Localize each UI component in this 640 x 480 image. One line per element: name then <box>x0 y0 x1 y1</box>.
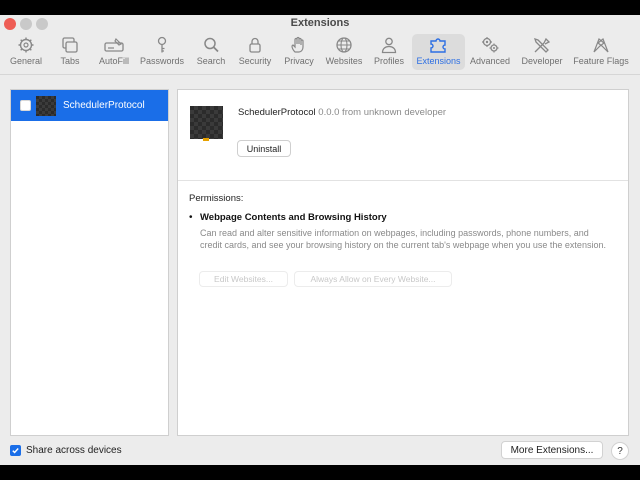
tab-search[interactable]: Search <box>193 34 229 70</box>
tab-general[interactable]: General <box>4 34 48 70</box>
tab-feature-flags[interactable]: Feature Flags <box>572 34 630 70</box>
extensions-list: SchedulerProtocol <box>10 89 169 436</box>
tab-label: Advanced <box>469 56 511 66</box>
extension-enable-checkbox[interactable] <box>20 100 31 111</box>
share-across-devices-checkbox[interactable] <box>10 445 21 456</box>
tab-passwords[interactable]: Passwords <box>138 34 186 70</box>
gear-icon <box>16 34 36 56</box>
tab-label: Developer <box>521 56 563 66</box>
tab-websites[interactable]: Websites <box>322 34 366 70</box>
key-icon <box>152 34 172 56</box>
title-bar: Extensions <box>0 15 640 35</box>
search-icon <box>201 34 221 56</box>
tab-autofill[interactable]: AutoFill <box>94 34 134 70</box>
tab-label: Search <box>196 56 226 66</box>
tab-label: General <box>9 56 43 66</box>
tab-label: Extensions <box>416 56 461 66</box>
tab-label: Passwords <box>139 56 184 66</box>
lock-icon <box>245 34 265 56</box>
extension-icon <box>36 95 56 116</box>
checkmark-icon <box>12 448 19 454</box>
tab-developer[interactable]: Developer <box>518 34 566 70</box>
tab-extensions[interactable]: Extensions <box>412 34 465 70</box>
flags-icon <box>591 34 611 56</box>
tab-label: Tabs <box>60 56 80 66</box>
detail-divider <box>178 180 628 181</box>
tab-label: Security <box>238 56 272 66</box>
person-icon <box>379 34 399 56</box>
extension-header: SchedulerProtocol 0.0.0 from unknown dev… <box>238 107 446 118</box>
autofill-icon <box>104 34 124 56</box>
always-allow-button[interactable]: Always Allow on Every Website... <box>294 271 452 287</box>
preferences-window: Extensions General Tabs AutoFill Passwor… <box>0 15 640 465</box>
tools-icon <box>532 34 552 56</box>
tab-security[interactable]: Security <box>235 34 275 70</box>
permission-heading: Webpage Contents and Browsing History <box>200 212 387 223</box>
toolbar-divider <box>0 74 640 75</box>
permissions-label: Permissions: <box>189 193 244 204</box>
extension-title: SchedulerProtocol <box>238 107 316 118</box>
preferences-toolbar: General Tabs AutoFill Passwords Search S… <box>0 34 640 74</box>
extension-list-item[interactable]: SchedulerProtocol <box>11 90 168 121</box>
tab-label: AutoFill <box>98 56 129 66</box>
uninstall-button[interactable]: Uninstall <box>237 140 291 157</box>
tab-privacy[interactable]: Privacy <box>280 34 318 70</box>
tabs-icon <box>60 34 80 56</box>
extension-version-info: 0.0.0 from unknown developer <box>318 107 447 118</box>
more-extensions-button[interactable]: More Extensions... <box>501 441 603 459</box>
bullet-icon: • <box>189 212 193 223</box>
tab-label: Privacy <box>284 56 314 66</box>
extension-detail-pane: SchedulerProtocol 0.0.0 from unknown dev… <box>177 89 629 436</box>
tab-tabs[interactable]: Tabs <box>52 34 88 70</box>
help-button[interactable]: ? <box>611 442 629 460</box>
tab-advanced[interactable]: Advanced <box>468 34 512 70</box>
tab-profiles[interactable]: Profiles <box>370 34 408 70</box>
gears-icon <box>480 34 500 56</box>
edit-websites-button[interactable]: Edit Websites... <box>199 271 288 287</box>
puzzle-icon <box>429 34 449 56</box>
tab-label: Profiles <box>373 56 404 66</box>
extension-list-name: SchedulerProtocol <box>63 100 145 111</box>
tab-label: Websites <box>325 56 363 66</box>
hand-icon <box>289 34 309 56</box>
globe-icon <box>334 34 354 56</box>
window-title: Extensions <box>290 17 350 29</box>
tab-label: Feature Flags <box>573 56 629 66</box>
extension-large-icon <box>190 106 223 141</box>
permission-description: Can read and alter sensitive information… <box>200 228 606 250</box>
share-across-devices-label: Share across devices <box>26 445 122 456</box>
